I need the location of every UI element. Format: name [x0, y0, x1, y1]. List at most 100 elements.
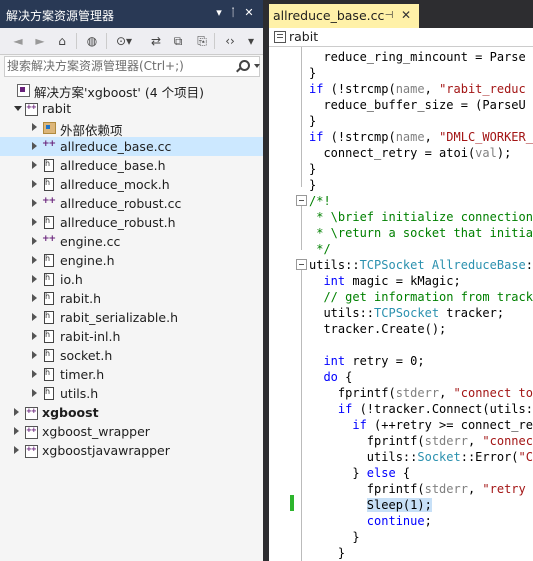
code-token: /*! — [309, 194, 331, 208]
code-area[interactable]: reduce_ring_mincount = Parse} if (!strcmp… — [269, 47, 533, 561]
tree-item[interactable]: allreduce_robust.cc — [0, 194, 263, 213]
view-code-icon[interactable]: ‹› — [220, 31, 240, 51]
code-token: utils:: — [309, 306, 375, 320]
code-token: if — [352, 418, 367, 432]
tree-item-label: rabit-inl.h — [60, 329, 121, 344]
editor-tab-strip: allreduce_base.cc ⊣ ✕ — [269, 0, 533, 28]
expand-arrow-icon[interactable] — [32, 275, 37, 283]
expand-arrow-icon[interactable] — [32, 142, 37, 150]
expand-arrow-icon[interactable] — [32, 370, 37, 378]
tree-item[interactable]: 外部依赖项 — [0, 118, 263, 138]
expand-arrow-icon[interactable] — [32, 389, 37, 397]
search-box — [4, 56, 260, 77]
fold-toggle-icon[interactable] — [296, 259, 307, 270]
project-scope-dropdown[interactable]: rabit — [289, 29, 318, 44]
tree-item[interactable]: rabit.h — [0, 289, 263, 308]
switch-views-icon[interactable]: ◍ — [82, 31, 102, 51]
cpp-source-icon — [42, 234, 55, 249]
window-position-dropdown-icon[interactable]: ▾ — [212, 5, 226, 21]
fold-guide-line — [301, 206, 302, 250]
tree-item[interactable]: timer.h — [0, 365, 263, 384]
code-token: Socket — [417, 450, 461, 464]
expand-arrow-icon[interactable] — [32, 180, 37, 188]
code-token: TCPSocket — [359, 258, 425, 272]
toolbar-overflow-icon[interactable]: ▾ — [244, 31, 258, 51]
fold-guide-line — [301, 47, 302, 187]
expand-arrow-icon[interactable] — [14, 446, 19, 454]
code-token: "DMLC_WORKER_ — [439, 130, 533, 144]
external-dependencies-icon — [42, 120, 56, 135]
solution-explorer-title-bar: 解决方案资源管理器 ▾ ᛙ ✕ — [0, 0, 263, 28]
tree-item-label: engine.cc — [60, 234, 121, 249]
code-line: } else { — [309, 465, 410, 481]
tree-item[interactable]: io.h — [0, 270, 263, 289]
auto-hide-pin-icon[interactable]: ᛙ — [226, 5, 240, 21]
code-token: val — [475, 146, 497, 160]
code-line: reduce_buffer_size = (ParseU — [309, 97, 525, 113]
search-input[interactable] — [7, 58, 232, 73]
tree-item[interactable]: xgboost_wrapper — [0, 422, 263, 441]
header-file-icon — [42, 310, 55, 325]
header-file-icon — [42, 386, 55, 401]
tree-item[interactable]: rabit_serializable.h — [0, 308, 263, 327]
code-line: } — [309, 65, 316, 81]
expand-arrow-icon[interactable] — [32, 313, 37, 321]
expand-arrow-icon[interactable] — [32, 199, 37, 207]
expand-arrow-icon[interactable] — [32, 218, 37, 226]
forward-icon[interactable]: ► — [30, 31, 50, 51]
panel-title: 解决方案资源管理器 — [6, 9, 115, 23]
collapse-arrow-icon[interactable] — [14, 106, 22, 111]
tree-item[interactable]: allreduce_base.h — [0, 156, 263, 175]
close-panel-icon[interactable]: ✕ — [242, 5, 256, 21]
tab-allreduce-base-cc[interactable]: allreduce_base.cc ⊣ ✕ — [269, 4, 419, 28]
close-tab-icon[interactable]: ✕ — [400, 9, 412, 22]
tree-item-label: rabit_serializable.h — [60, 310, 178, 325]
expand-arrow-icon[interactable] — [32, 256, 37, 264]
expand-arrow-icon[interactable] — [32, 123, 37, 131]
tree-item[interactable]: rabit — [0, 99, 263, 118]
fold-toggle-icon[interactable] — [296, 195, 307, 206]
expand-arrow-icon[interactable] — [32, 332, 37, 340]
expand-arrow-icon[interactable] — [32, 294, 37, 302]
pin-tab-icon[interactable]: ⊣ — [384, 10, 394, 22]
tree-item[interactable]: allreduce_mock.h — [0, 175, 263, 194]
toolbar-separator — [76, 33, 77, 49]
navigation-bar[interactable]: rabit — [269, 28, 533, 47]
tree-item[interactable]: socket.h — [0, 346, 263, 365]
tree-item[interactable]: engine.h — [0, 251, 263, 270]
change-indicator-bar — [290, 495, 294, 511]
expand-arrow-icon[interactable] — [32, 161, 37, 169]
home-icon[interactable]: ⌂ — [52, 31, 72, 51]
code-token: , — [467, 482, 483, 496]
tree-item-label: socket.h — [60, 348, 113, 363]
code-line: if (!tracker.Connect(utils:: — [309, 401, 533, 417]
collapse-all-icon[interactable]: ⧉ — [168, 31, 188, 51]
tree-item[interactable]: rabit-inl.h — [0, 327, 263, 346]
tree-item[interactable]: xgboost — [0, 403, 263, 422]
expand-arrow-icon[interactable] — [14, 408, 19, 416]
tree-item-label: timer.h — [60, 367, 105, 382]
tree-item[interactable]: allreduce_robust.h — [0, 213, 263, 232]
code-token: magic = kMagic; — [345, 274, 461, 288]
sync-with-active-document-icon[interactable]: ⇄ — [146, 31, 166, 51]
expand-arrow-icon[interactable] — [32, 351, 37, 359]
tree-item[interactable]: engine.cc — [0, 232, 263, 251]
code-token: "connect — [482, 434, 533, 448]
expand-arrow-icon[interactable] — [32, 237, 37, 245]
cpp-project-icon — [24, 101, 38, 116]
back-icon[interactable]: ◄ — [8, 31, 28, 51]
search-icon[interactable] — [235, 58, 253, 74]
search-options-dropdown-icon[interactable] — [254, 64, 260, 68]
show-all-files-icon[interactable]: ⎘ — [192, 31, 212, 51]
tree-item[interactable]: allreduce_base.cc — [0, 137, 263, 156]
tree-item[interactable]: xgboostjavawrapper — [0, 441, 263, 460]
code-line: } — [309, 177, 316, 193]
tree-item[interactable]: utils.h — [0, 384, 263, 403]
code-token: fprintf( — [309, 482, 425, 496]
expand-arrow-icon[interactable] — [14, 427, 19, 435]
pending-changes-filter-icon[interactable]: ⊙▾ — [114, 31, 134, 51]
tree-item[interactable]: 解决方案'xgboost' (4 个项目) — [0, 80, 263, 100]
